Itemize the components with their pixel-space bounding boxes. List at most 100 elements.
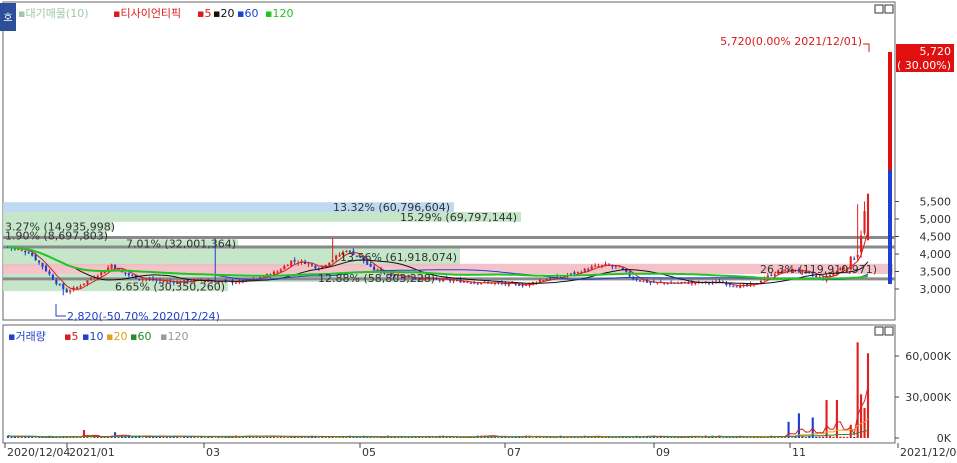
candle-body bbox=[69, 290, 72, 292]
volume-bar bbox=[373, 437, 376, 439]
volume-bar bbox=[832, 436, 835, 438]
volume-legend-item[interactable]: ▪60 bbox=[130, 330, 151, 343]
volume-bar bbox=[27, 436, 30, 438]
candle-body bbox=[20, 249, 23, 251]
date-axis-label: 11 bbox=[792, 446, 806, 459]
volume-legend-item[interactable]: ▪10 bbox=[82, 330, 103, 343]
volume-bar bbox=[359, 437, 362, 438]
volume-axis-label: 0K bbox=[937, 432, 952, 445]
volume-bar bbox=[352, 437, 355, 438]
low-annotation: 2,820(-50.70% 2020/12/24) bbox=[67, 310, 220, 323]
volume-bar bbox=[141, 437, 144, 439]
candle-body bbox=[438, 279, 441, 281]
candle-body bbox=[100, 272, 103, 276]
price-legend-item[interactable]: ▪120 bbox=[265, 7, 293, 20]
price-legend-item[interactable]: ▪대기매물(10) bbox=[18, 7, 89, 20]
candle-body bbox=[103, 271, 106, 274]
date-axis-label: 07 bbox=[507, 446, 521, 459]
volume-legend-item[interactable]: ▪20 bbox=[106, 330, 127, 343]
volume-axis-label: 60,000K bbox=[905, 350, 951, 363]
candle-body bbox=[314, 265, 317, 269]
price-legend-item[interactable]: ▪20 bbox=[213, 7, 234, 20]
candle-body bbox=[283, 265, 286, 270]
candle-body bbox=[55, 279, 58, 284]
candle-body bbox=[369, 263, 372, 267]
volume-bar bbox=[562, 437, 566, 439]
volume-legend-item[interactable]: ▪120 bbox=[160, 330, 188, 343]
candle-body bbox=[58, 284, 61, 286]
candle-body bbox=[759, 281, 762, 283]
volume-bar bbox=[76, 437, 79, 438]
candle-body bbox=[373, 266, 376, 270]
price-axis-label: 5,000 bbox=[920, 213, 952, 226]
volume-bar bbox=[676, 437, 680, 439]
supply-zone-label: 12.88% (58,803,228) bbox=[318, 272, 435, 285]
volume-bar bbox=[452, 437, 455, 438]
candle-body bbox=[549, 278, 552, 280]
maximize-icon[interactable] bbox=[874, 4, 884, 14]
volume-bar bbox=[863, 407, 866, 438]
volume-bar bbox=[853, 436, 856, 438]
volume-bar bbox=[846, 436, 849, 438]
volume-bar bbox=[552, 437, 555, 439]
volume-bar bbox=[38, 437, 41, 438]
close-icon[interactable] bbox=[884, 326, 894, 336]
candle-body bbox=[569, 273, 573, 275]
candle-body bbox=[587, 269, 590, 271]
candle-body bbox=[31, 253, 34, 256]
candle-body bbox=[65, 289, 68, 293]
volume-bar bbox=[511, 437, 514, 438]
candle-body bbox=[293, 260, 296, 262]
candle-body bbox=[86, 280, 89, 284]
volume-bar bbox=[34, 437, 37, 438]
price-legend-item[interactable]: ▪티사이언티픽 bbox=[113, 7, 181, 20]
price-legend-item[interactable]: ▪5 bbox=[197, 7, 211, 20]
candle-body bbox=[124, 272, 127, 274]
volume-bar bbox=[822, 436, 825, 438]
supply-zone-label: 1.90% (8,697,803) bbox=[5, 229, 108, 242]
candle-body bbox=[76, 287, 79, 289]
candle-body bbox=[328, 262, 331, 266]
close-icon[interactable] bbox=[884, 4, 894, 14]
volume-bar bbox=[828, 435, 832, 438]
maximize-icon[interactable] bbox=[874, 326, 884, 336]
candle-body bbox=[79, 285, 82, 288]
supply-zone-label: 6.65% (30,350,260) bbox=[115, 281, 225, 294]
candle-body bbox=[290, 260, 293, 267]
volume-bar bbox=[818, 436, 821, 438]
candle-body bbox=[38, 260, 41, 263]
volume-bar bbox=[117, 436, 120, 438]
volume-bar bbox=[186, 436, 189, 438]
volume-bar bbox=[746, 437, 749, 438]
candle-body bbox=[469, 282, 472, 284]
candle-body bbox=[618, 266, 621, 268]
candle-body bbox=[48, 271, 51, 275]
volume-bar bbox=[89, 437, 92, 439]
candle-body bbox=[27, 252, 30, 254]
volume-bar bbox=[538, 437, 541, 438]
price-legend-item[interactable]: ▪60 bbox=[237, 7, 258, 20]
candle-body bbox=[476, 283, 479, 285]
stock-chart[interactable]: 호13.32% (60,796,604)15.29% (69,797,144)3… bbox=[0, 0, 957, 459]
price-axis-label: 5,500 bbox=[920, 196, 952, 209]
volume-legend-item[interactable]: ▪거래량 bbox=[8, 330, 46, 343]
candle-body bbox=[466, 281, 469, 283]
volume-legend-item[interactable]: ▪5 bbox=[64, 330, 78, 343]
date-axis-label: 09 bbox=[656, 446, 670, 459]
volume-bar bbox=[721, 437, 725, 439]
supply-zone-label: 26.3% (119,910,971) bbox=[760, 263, 877, 276]
volume-bar bbox=[283, 437, 286, 438]
panel-badge[interactable]: 호 bbox=[3, 12, 12, 24]
volume-bar bbox=[856, 342, 859, 438]
candle-body bbox=[44, 265, 48, 272]
price-axis-label: 3,000 bbox=[920, 283, 952, 296]
candle-body bbox=[114, 264, 117, 269]
date-axis-label: 03 bbox=[206, 446, 220, 459]
volume-bar bbox=[815, 436, 818, 438]
volume-bar bbox=[801, 436, 804, 438]
volume-bar bbox=[569, 437, 573, 438]
candle-body bbox=[376, 269, 379, 271]
candle-body bbox=[89, 278, 92, 280]
price-axis-label: 4,000 bbox=[920, 248, 952, 261]
volume-bar bbox=[79, 437, 82, 438]
